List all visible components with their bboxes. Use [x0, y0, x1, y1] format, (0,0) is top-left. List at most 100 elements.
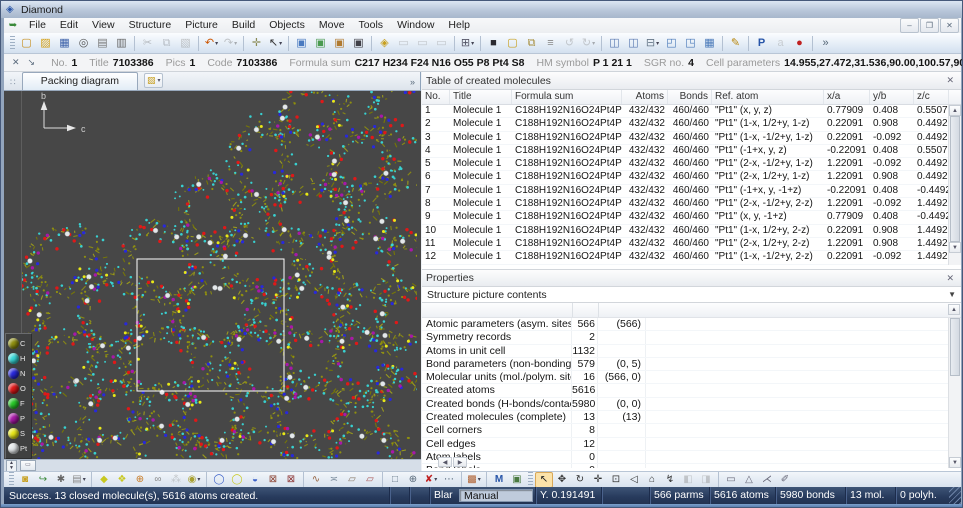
chart-table-button[interactable]: ▦	[700, 34, 719, 53]
top-view-mode-button[interactable]: ⌂	[643, 472, 661, 488]
menu-move[interactable]: Move	[312, 18, 352, 33]
column-header-bonds[interactable]: Bonds	[668, 90, 712, 104]
molecule-row[interactable]: 2Molecule 1C188H192N16O24Pt4P8432/432460…	[422, 118, 961, 131]
frame-list-button[interactable]: ▭	[20, 460, 36, 471]
coordination-sphere-button[interactable]: ◉▾	[185, 472, 203, 488]
build-tools-button[interactable]: ✱	[52, 472, 70, 488]
blackboard-button[interactable]: ■	[484, 34, 503, 53]
property-row[interactable]: Cell edges12	[422, 438, 961, 451]
property-row[interactable]: Cell corners8	[422, 424, 961, 437]
new-picture-tab-button[interactable]: ▨ ▾	[144, 73, 164, 88]
property-row[interactable]: Created molecules (complete)13(13)	[422, 411, 961, 424]
property-row[interactable]: Atom labels0	[422, 451, 961, 464]
pan-button[interactable]: ✛	[247, 34, 266, 53]
property-row[interactable]: Bond parameters (non-bonding contacts, .…	[422, 358, 961, 371]
menu-window[interactable]: Window	[390, 18, 441, 33]
legend-item-n[interactable]: N	[6, 366, 31, 381]
back-view-mode-button[interactable]: ◁	[625, 472, 643, 488]
spin-down-icon[interactable]: ▼	[7, 466, 16, 471]
tab-packing-diagram[interactable]: Packing diagram	[22, 72, 138, 90]
picture-mode-button[interactable]: ▣	[508, 472, 526, 488]
select-pointer-button[interactable]: ↖▾	[266, 34, 285, 53]
menu-view[interactable]: View	[85, 18, 122, 33]
destroy-molecules-button[interactable]: ⊠	[282, 472, 300, 488]
new-document-button[interactable]: ▢	[17, 34, 36, 53]
set-origin-button[interactable]: ⊕	[404, 472, 422, 488]
frame-spinner[interactable]: ▲▼	[6, 460, 17, 472]
menu-file[interactable]: File	[22, 18, 53, 33]
fill-unit-cell-button[interactable]: ◯	[210, 472, 228, 488]
property-row[interactable]: Atomic parameters (asym. sites)566(566)	[422, 318, 961, 331]
legend-item-pt[interactable]: Pt	[6, 441, 31, 456]
legend-item-o[interactable]: O	[6, 381, 31, 396]
add-atoms-button[interactable]: ❖	[113, 472, 131, 488]
molecule-row[interactable]: 12Molecule 1C188H192N16O24Pt4P8432/43246…	[422, 251, 961, 264]
column-header-title[interactable]: Title	[450, 90, 512, 104]
apply-picture-button[interactable]: ◙	[16, 472, 34, 488]
legend-item-p[interactable]: P	[6, 411, 31, 426]
properties-scrollbar[interactable]: ▼	[948, 318, 961, 468]
property-row[interactable]: Molecular units (mol./polym. sites)16(56…	[422, 371, 961, 384]
fill-sphere-button[interactable]: ◯	[228, 472, 246, 488]
color-scheme-button[interactable]: ▩▾	[465, 472, 483, 488]
open-file-icon[interactable]: ➥	[4, 20, 22, 31]
properties-selector[interactable]: Structure picture contents ▼	[422, 287, 961, 303]
chart-powder-button[interactable]: ◳	[681, 34, 700, 53]
column-header-formula-sum[interactable]: Formula sum	[512, 90, 622, 104]
print-button[interactable]: ▥	[112, 34, 131, 53]
rotate-mode-button[interactable]: ↻	[571, 472, 589, 488]
powder-pattern-button[interactable]: P	[752, 34, 771, 53]
add-atom-button[interactable]: ◆	[95, 472, 113, 488]
scroll-left-button[interactable]: ◀	[438, 457, 452, 467]
undo-button[interactable]: ↶▾	[202, 34, 221, 53]
add-bond-button[interactable]: ⊕	[131, 472, 149, 488]
save-button[interactable]: ▦	[55, 34, 74, 53]
scroll-up-button[interactable]: ▲	[948, 304, 960, 315]
scroll-thumb[interactable]	[950, 116, 960, 242]
picture-menu-button[interactable]: ▤▾	[70, 472, 88, 488]
molecule-row[interactable]: 11Molecule 1C188H192N16O24Pt4P8432/43246…	[422, 238, 961, 251]
duplicate-picture-button[interactable]: ⧉	[522, 34, 541, 53]
toolbar-grip-icon[interactable]: ∷	[4, 77, 22, 90]
panel-data-button[interactable]: ◫	[624, 34, 643, 53]
menu-structure[interactable]: Structure	[122, 18, 179, 33]
hydrogen-bonds-button[interactable]: ⋯	[440, 472, 458, 488]
molecules-scrollbar[interactable]: ▲▼	[948, 105, 961, 265]
picture-undo-button[interactable]: ▣	[330, 34, 349, 53]
column-header-z-c[interactable]: z/c	[914, 90, 949, 104]
measure-distance-button[interactable]: ▭	[722, 472, 740, 488]
column-header-y-b[interactable]: y/b	[870, 90, 914, 104]
property-row[interactable]: Created bonds (H-bonds/contacts)5980(0, …	[422, 398, 961, 411]
chart-distances-button[interactable]: ◰	[662, 34, 681, 53]
close-dataset-icon[interactable]: ✕	[8, 57, 24, 68]
column-header-ref-atom[interactable]: Ref. atom	[712, 90, 824, 104]
menu-help[interactable]: Help	[441, 18, 477, 33]
column-header-atoms[interactable]: Atoms	[622, 90, 668, 104]
move-all-mode-button[interactable]: ✥	[553, 472, 571, 488]
molecule-row[interactable]: 4Molecule 1C188H192N16O24Pt4P8432/432460…	[422, 145, 961, 158]
molecule-row[interactable]: 3Molecule 1C188H192N16O24Pt4P8432/432460…	[422, 132, 961, 145]
packing-diagram-canvas[interactable]: bc	[22, 91, 417, 459]
create-bonds-button[interactable]: ∿	[307, 472, 325, 488]
select-mode-button[interactable]: ↖	[535, 472, 553, 488]
property-row[interactable]: Atoms in unit cell1132	[422, 345, 961, 358]
menu-build[interactable]: Build	[225, 18, 262, 33]
print-preview-button[interactable]: ▤	[93, 34, 112, 53]
column-header-no-[interactable]: No.	[422, 90, 450, 104]
picture-props-button[interactable]: ▣	[349, 34, 368, 53]
molecule-row[interactable]: 8Molecule 1C188H192N16O24Pt4P8432/432460…	[422, 198, 961, 211]
molecule-mode-button[interactable]: M	[490, 472, 508, 488]
legend-item-c[interactable]: C	[6, 336, 31, 351]
molecule-row[interactable]: 6Molecule 1C188H192N16O24Pt4P8432/432460…	[422, 171, 961, 184]
resize-grip[interactable]	[949, 487, 961, 504]
dock-arrow-icon[interactable]: ↘	[24, 57, 40, 68]
picture-copy-button[interactable]: ▣	[311, 34, 330, 53]
molecule-row[interactable]: 7Molecule 1C188H192N16O24Pt4P8432/432460…	[422, 185, 961, 198]
broken-molecules-button[interactable]: ⊠	[264, 472, 282, 488]
draw-cell-button[interactable]: □	[386, 472, 404, 488]
legend-item-f[interactable]: F	[6, 396, 31, 411]
picture-window-button[interactable]: ▣	[292, 34, 311, 53]
property-row[interactable]: Bond labels0	[422, 464, 961, 468]
menu-picture[interactable]: Picture	[178, 18, 225, 33]
quick-build-button[interactable]: ✎	[726, 34, 745, 53]
